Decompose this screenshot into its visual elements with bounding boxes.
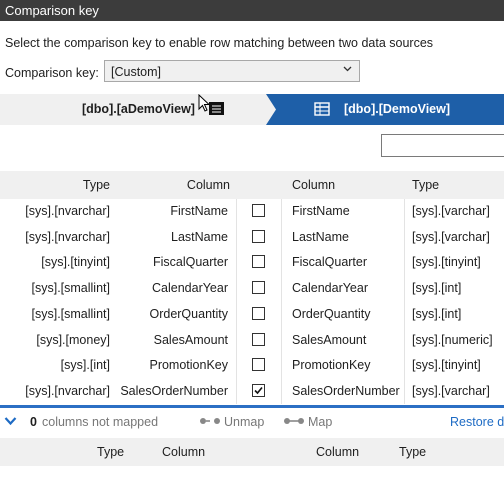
row-left-type: [sys].[smallint] [31,281,111,296]
row-left-column: SalesAmount [153,332,228,347]
right-source-label: [dbo].[DemoView] [344,102,451,116]
comparison-key-value: [Custom] [111,65,162,79]
row-right-column: OrderQuantity [292,306,371,321]
mapping-checkbox[interactable] [252,306,265,320]
table-row[interactable]: [sys].[int] PromotionKey PromotionKey [sys]… [0,353,504,378]
mapping-checkbox[interactable] [252,383,265,397]
unmapped-header-right-column: Column [316,445,360,459]
row-left-column: FiscalQuarter [152,255,228,270]
row-right-type: [sys].[varchar] [412,383,490,398]
row-left-type: [sys].[nvarchar] [25,383,110,398]
unmapped-count: 0 [30,415,37,429]
table-row[interactable]: [sys].[smallint] CalendarYear CalendarYear… [0,276,504,301]
row-left-column: SalesOrderNumber [120,383,228,398]
map-icon [284,418,304,424]
row-right-column: LastName [292,229,349,244]
mapping-checkbox[interactable] [252,229,265,243]
row-right-column: FirstName [292,204,350,218]
row-left-type: [sys].[nvarchar] [25,204,110,218]
restore-defaults-link[interactable]: Restore d [450,415,504,429]
comparison-key-label: Comparison key: [5,66,99,80]
row-right-type: [sys].[int] [412,306,462,321]
row-left-column: PromotionKey [149,358,228,373]
window-title: Comparison key [5,3,99,18]
row-left-type: [sys].[int] [60,358,110,373]
row-right-type: [sys].[tinyint] [412,358,481,373]
table-row[interactable]: [sys].[smallint] OrderQuantity OrderQuanti… [0,302,504,327]
row-left-column: CalendarYear [152,281,228,296]
comparison-key-select[interactable]: [Custom] [104,60,360,82]
unmapped-table-header: Type Column Column Type [0,438,504,466]
row-left-type: [sys].[tinyint] [41,255,110,270]
table-row[interactable]: [sys].[nvarchar] SalesOrderNumber SalesOrd… [0,379,504,404]
row-right-column: FiscalQuarter [292,255,368,270]
mapping-checkbox[interactable] [252,204,265,217]
header-left-type: Type [82,178,110,192]
table-row[interactable]: [sys].[tinyint] FiscalQuarter FiscalQuarte… [0,250,504,275]
chevron-down-icon[interactable] [4,416,17,426]
row-left-type: [sys].[money] [36,332,110,347]
map-label: Map [308,415,333,429]
table-row[interactable]: [sys].[nvarchar] LastName LastName [sys].[v… [0,225,504,250]
row-right-type: [sys].[varchar] [412,229,490,244]
row-right-type: [sys].[varchar] [412,204,490,218]
row-left-column: FirstName [170,204,228,218]
chevron-down-icon [343,66,352,72]
data-sources-bar: [dbo].[aDemoView] [dbo].[DemoView] [0,94,504,125]
unmapped-header-left-type: Type [97,445,125,459]
unmapped-header-right-type: Type [399,445,427,459]
row-left-type: [sys].[nvarchar] [25,229,110,244]
mapping-checkbox[interactable] [252,358,265,372]
mapping-table-header: Type Column Column Type [0,171,504,199]
mapping-status-bar: 0 columns not mapped Unmap Map Restore d [0,408,504,435]
drag-cursor-icon [198,94,224,115]
unmapped-count-label: columns not mapped [42,415,159,429]
row-left-column: OrderQuantity [149,306,228,321]
header-right-column: Column [292,178,336,192]
mapping-checkbox[interactable] [252,255,265,269]
table-icon [314,102,330,116]
row-left-column: LastName [171,229,228,244]
mapping-checkbox[interactable] [252,332,265,346]
right-source-header: [dbo].[DemoView] [266,94,504,125]
left-source-label: [dbo].[aDemoView] [82,102,195,116]
row-right-type: [sys].[int] [412,281,462,296]
checkmark-icon [254,386,263,395]
unmap-label: Unmap [224,415,265,429]
instructions-text: Select the comparison key to enable row … [5,36,434,50]
header-right-type: Type [412,178,440,192]
row-right-column: PromotionKey [292,358,371,373]
table-row[interactable]: [sys].[nvarchar] FirstName FirstName [sys].… [0,199,504,224]
row-left-type: [sys].[smallint] [31,306,111,321]
row-right-type: [sys].[numeric] [412,332,493,347]
row-right-column: SalesAmount [292,332,367,347]
table-row[interactable]: [sys].[money] SalesAmount SalesAmount [sys]… [0,328,504,353]
row-right-column: CalendarYear [292,281,368,296]
mapping-checkbox[interactable] [252,281,265,295]
unmapped-header-left-column: Column [162,445,206,459]
unmap-icon [200,418,220,424]
row-right-type: [sys].[tinyint] [412,255,481,270]
column-filter-input[interactable] [381,134,504,157]
title-bar: Comparison key [0,0,504,21]
row-right-column: SalesOrderNumber [292,383,400,398]
header-left-column: Column [186,178,230,192]
